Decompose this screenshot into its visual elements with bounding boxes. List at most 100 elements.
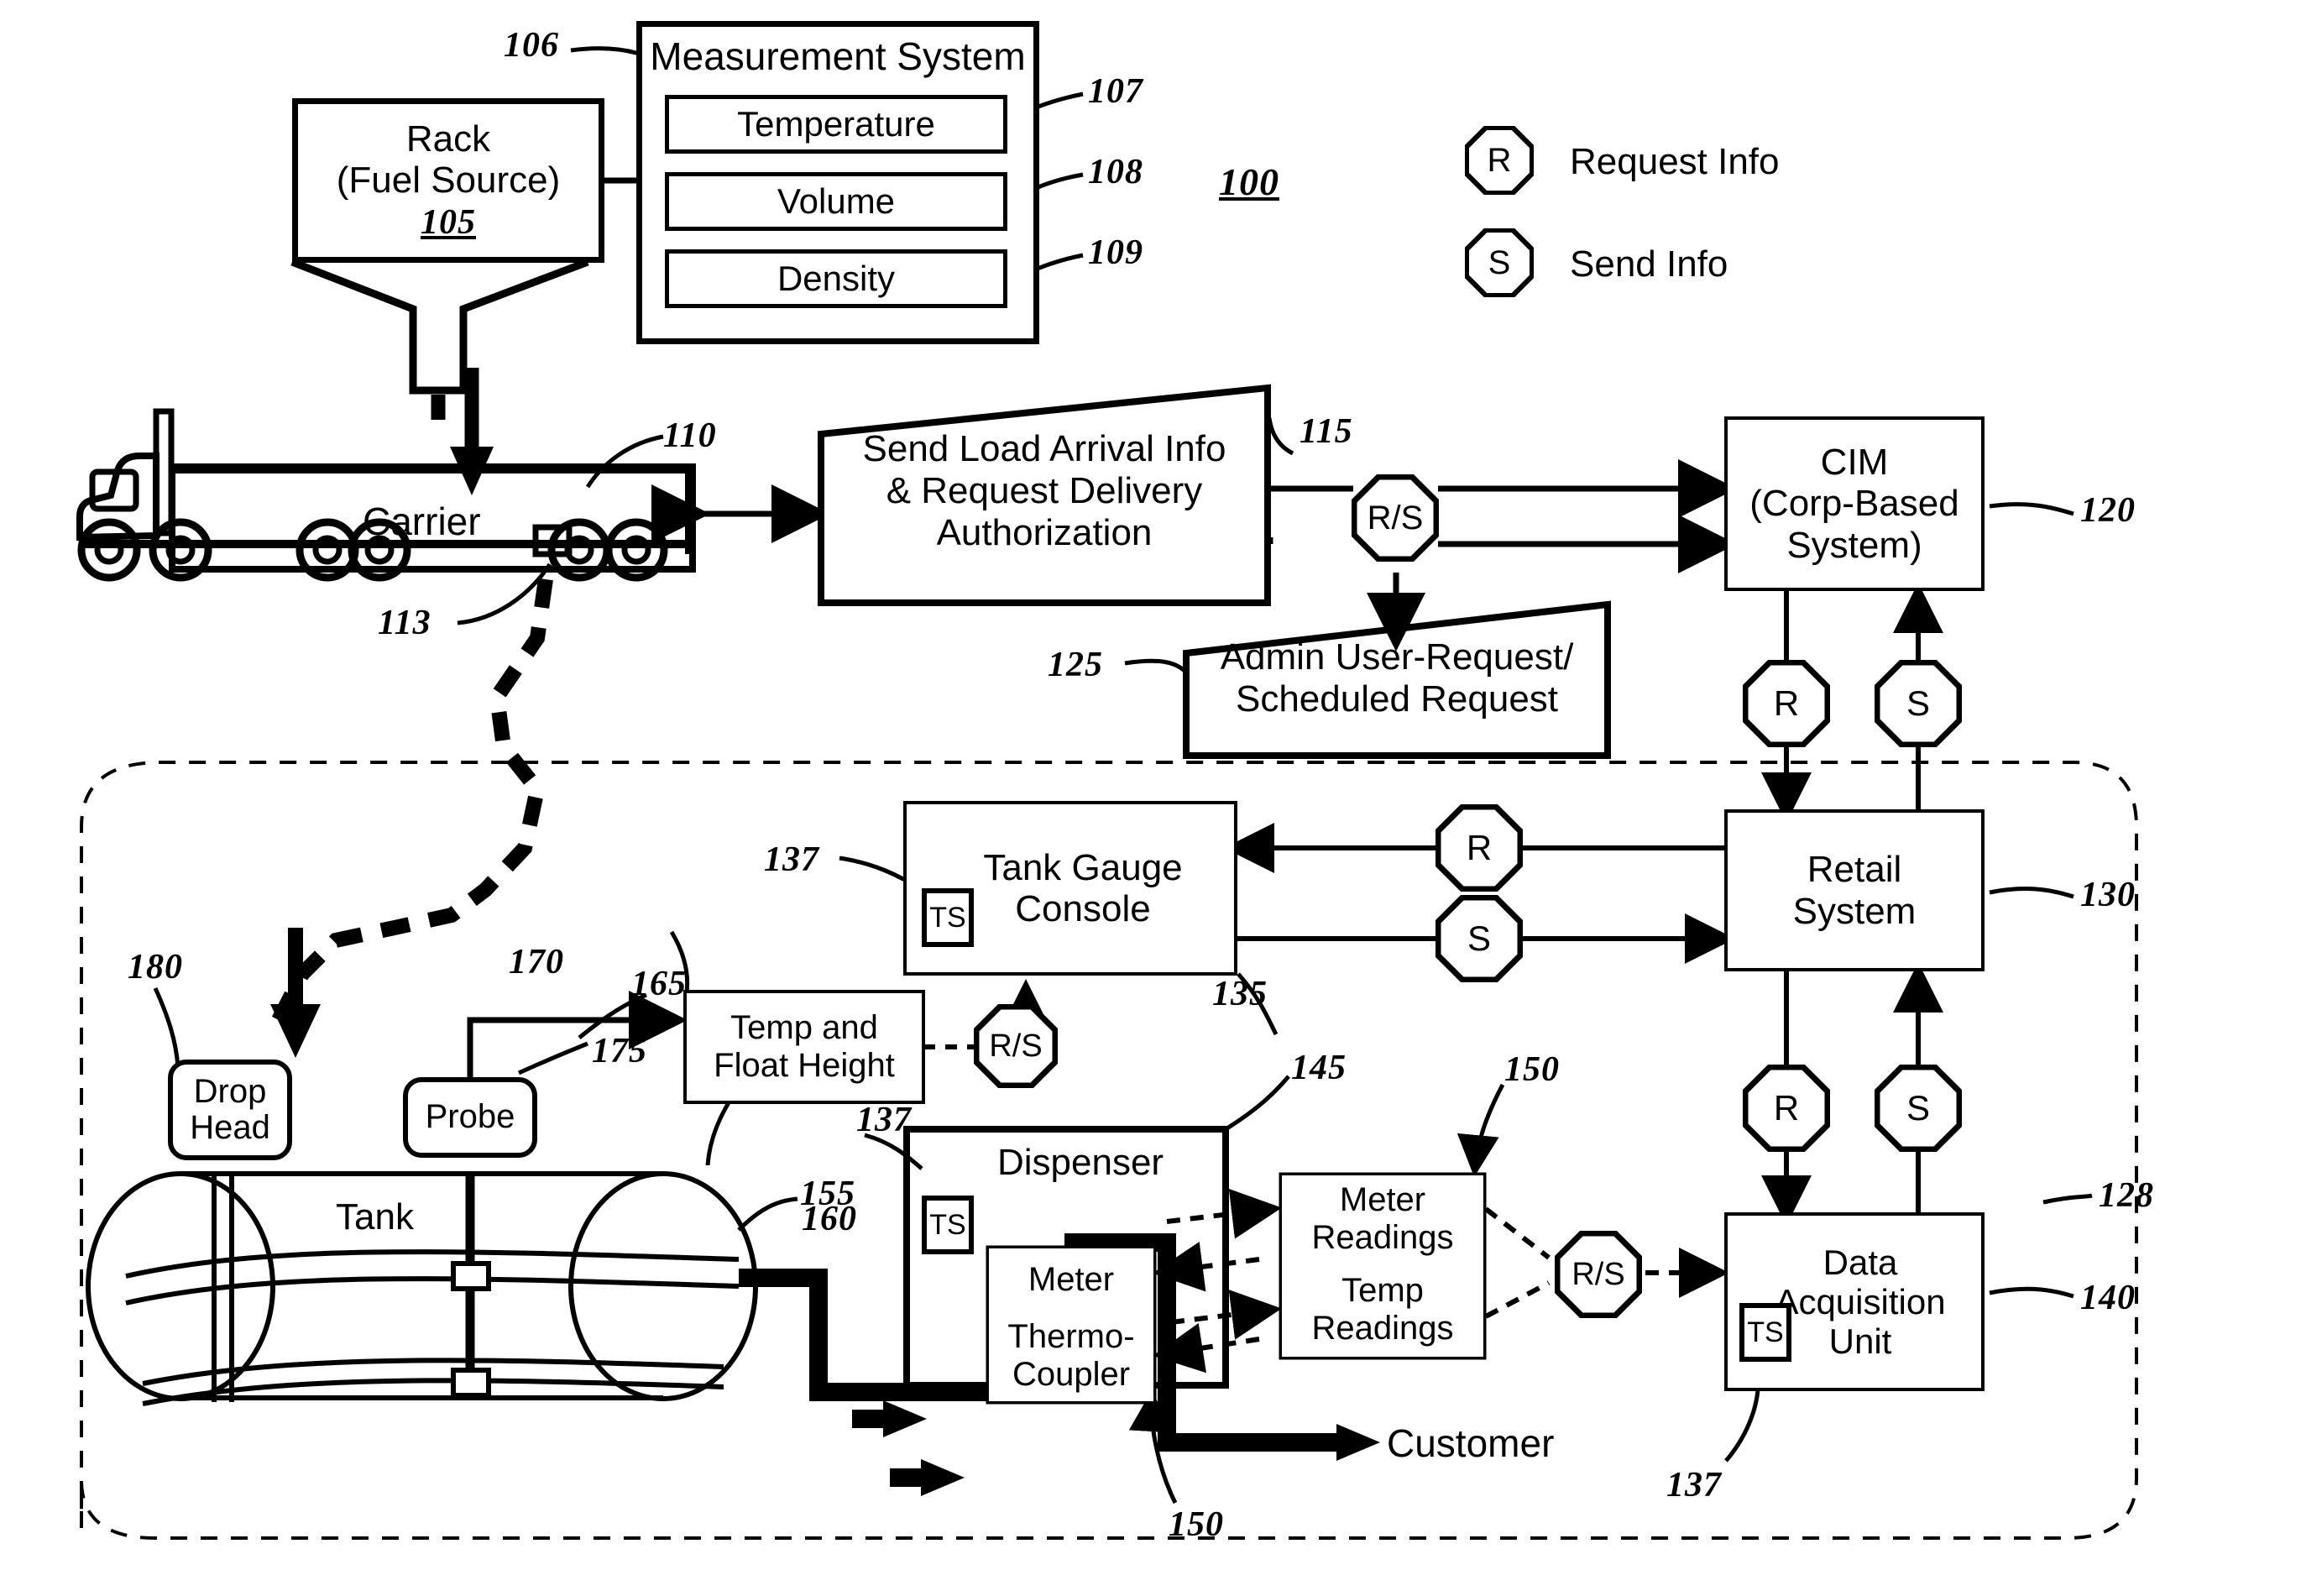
drop-head-line1: Drop — [193, 1072, 267, 1110]
connector-cim-retail-send-symbol: S — [1906, 683, 1930, 723]
meter-to-readings-dash — [1166, 1188, 1282, 1239]
drophead-arrowhead — [270, 1004, 321, 1058]
ref-108: 108 — [1088, 153, 1143, 191]
rack-subtitle: (Fuel Source) — [336, 160, 561, 201]
dispenser-ts-label: TS — [929, 1208, 966, 1241]
data-acquisition-unit-box[interactable]: Data Acquisition Unit — [1728, 1216, 1981, 1388]
cim-box[interactable]: CIM (Corp-Based System) — [1728, 420, 1981, 588]
connector-retail-console-send-symbol: S — [1467, 918, 1491, 958]
drop-head-box[interactable]: Drop Head — [168, 1060, 292, 1160]
measurement-item-density-label: Density — [777, 259, 896, 299]
ref-137-dau: 137 — [1666, 1466, 1722, 1504]
send-load-line3: Authorization — [936, 512, 1153, 554]
readings-rs-dash-lower — [1484, 1280, 1551, 1319]
ref-150-readings: 150 — [1504, 1050, 1560, 1089]
connector-cim-retail-send-octagon[interactable]: S — [1875, 660, 1962, 747]
rack-funnel — [290, 258, 589, 395]
legend-request-octagon: R — [1465, 126, 1534, 195]
retail-line2: System — [1792, 890, 1917, 932]
measurement-item-temperature[interactable]: Temperature — [665, 95, 1007, 154]
readings-to-meter-dash — [1153, 1242, 1260, 1292]
send-load-line1: Send Load Arrival Info — [862, 428, 1226, 469]
rack-ref: 105 — [421, 202, 476, 242]
connector-dispenser-dau-symbol: R/S — [1571, 1256, 1625, 1292]
tank-gauge-console-line2: Console — [1015, 888, 1151, 929]
tank-gauge-console-line1: Tank Gauge — [983, 846, 1183, 888]
meter-readings-line1: Meter — [1339, 1181, 1426, 1219]
ref-125: 125 — [1048, 646, 1103, 684]
connector-retail-console-request-octagon[interactable]: R — [1436, 804, 1523, 892]
ref-110: 110 — [663, 416, 717, 455]
connector-cim-retail-request-octagon[interactable]: R — [1743, 660, 1830, 747]
ref-165: 165 — [631, 965, 687, 1003]
ref-170: 170 — [509, 943, 564, 981]
retail-line1: Retail — [1807, 849, 1902, 891]
meter-box[interactable]: Meter — [989, 1248, 1153, 1311]
admin-request-line2: Scheduled Request — [1235, 678, 1559, 720]
temp-float-box[interactable]: Temp and Float Height — [687, 993, 922, 1101]
thermocoupler-box[interactable]: Thermo- Coupler — [989, 1311, 1153, 1401]
carrier-label: Carrier — [363, 500, 481, 543]
connector-carrier-cim-symbol: R/S — [1367, 499, 1424, 536]
legend-request-label: Request Info — [1570, 141, 1780, 182]
temp-float-line1: Temp and — [730, 1009, 878, 1047]
thermocoupler-line1: Thermo- — [1007, 1318, 1135, 1356]
dau-ts-badge: TS — [1739, 1303, 1791, 1362]
temp-float-line2: Float Height — [714, 1047, 895, 1084]
ref-137-console: 137 — [764, 840, 819, 879]
thermocoupler-line2: Coupler — [1012, 1356, 1131, 1393]
send-load-box[interactable]: Send Load Arrival Info & Request Deliver… — [821, 388, 1268, 603]
measurement-item-density[interactable]: Density — [665, 249, 1007, 308]
connector-retail-dau-send-octagon[interactable]: S — [1875, 1065, 1962, 1152]
tank-label: Tank — [336, 1196, 414, 1238]
connector-retail-dau-request-octagon[interactable]: R — [1743, 1065, 1830, 1152]
rack-title: Rack — [405, 118, 491, 160]
tank-gauge-console-ts-badge: TS — [922, 888, 974, 947]
patent-figure-canvas: Rack (Fuel Source) 105 Measurement Syste… — [0, 0, 2301, 1596]
temp-readings-line1: Temp — [1341, 1272, 1424, 1310]
connector-retail-console-send-octagon[interactable]: S — [1436, 895, 1523, 982]
connector-carrier-cim-octagon[interactable]: R/S — [1352, 474, 1439, 562]
retail-system-box[interactable]: Retail System — [1728, 813, 1981, 968]
connector-tempfloat-console-octagon[interactable]: R/S — [974, 1004, 1058, 1088]
cim-line1: CIM — [1820, 442, 1889, 484]
connector-tempfloat-console-symbol: R/S — [989, 1028, 1043, 1064]
connector-retail-console-request-symbol: R — [1466, 828, 1493, 867]
temp-readings-line2: Readings — [1311, 1310, 1454, 1347]
drop-head-line2: Head — [190, 1109, 270, 1146]
measurement-item-volume[interactable]: Volume — [665, 172, 1007, 231]
tank-gauge-console-ts-label: TS — [929, 901, 966, 934]
ref-140: 140 — [2080, 1279, 2136, 1317]
ref-106: 106 — [504, 26, 559, 65]
legend-send-symbol: S — [1488, 243, 1511, 281]
meter-label: Meter — [1028, 1260, 1115, 1298]
ref-175: 175 — [592, 1032, 647, 1070]
ref-113: 113 — [378, 604, 431, 642]
dispenser-label: Dispenser — [997, 1142, 1164, 1183]
send-load-line2: & Request Delivery — [886, 470, 1203, 512]
dispenser-ts-badge: TS — [922, 1196, 974, 1254]
readings-rs-dash-upper — [1484, 1206, 1551, 1260]
legend-send-label: Send Info — [1570, 243, 1728, 285]
probe-box[interactable]: Probe — [403, 1077, 537, 1158]
ref-137-dispenser: 137 — [856, 1101, 912, 1139]
temp-to-thermo-dash — [1153, 1322, 1260, 1374]
tank-drawing — [86, 1171, 758, 1406]
ref-150-thermocoupler: 150 — [1169, 1505, 1224, 1544]
ref-128: 128 — [2099, 1176, 2154, 1215]
temp-readings-box[interactable]: Temp Readings — [1282, 1263, 1483, 1357]
connector-dispenser-dau-octagon[interactable]: R/S — [1555, 1231, 1642, 1318]
measurement-item-temperature-label: Temperature — [737, 104, 935, 144]
dau-ts-label: TS — [1747, 1316, 1784, 1348]
measurement-system-title: Measurement System — [650, 34, 1026, 78]
meter-readings-box[interactable]: Meter Readings — [1282, 1175, 1483, 1263]
admin-request-box[interactable]: Admin User-Request/ Scheduled Request — [1186, 604, 1608, 756]
cim-line2: (Corp-Based — [1749, 483, 1959, 525]
ref-109: 109 — [1088, 233, 1143, 272]
admin-request-line1: Admin User-Request/ — [1220, 636, 1574, 678]
thermo-to-temp-dash — [1170, 1290, 1282, 1340]
ref-130: 130 — [2080, 876, 2136, 914]
customer-label: Customer — [1387, 1421, 1555, 1465]
ref-107: 107 — [1088, 72, 1143, 111]
rack-box[interactable]: Rack (Fuel Source) 105 — [292, 98, 604, 263]
